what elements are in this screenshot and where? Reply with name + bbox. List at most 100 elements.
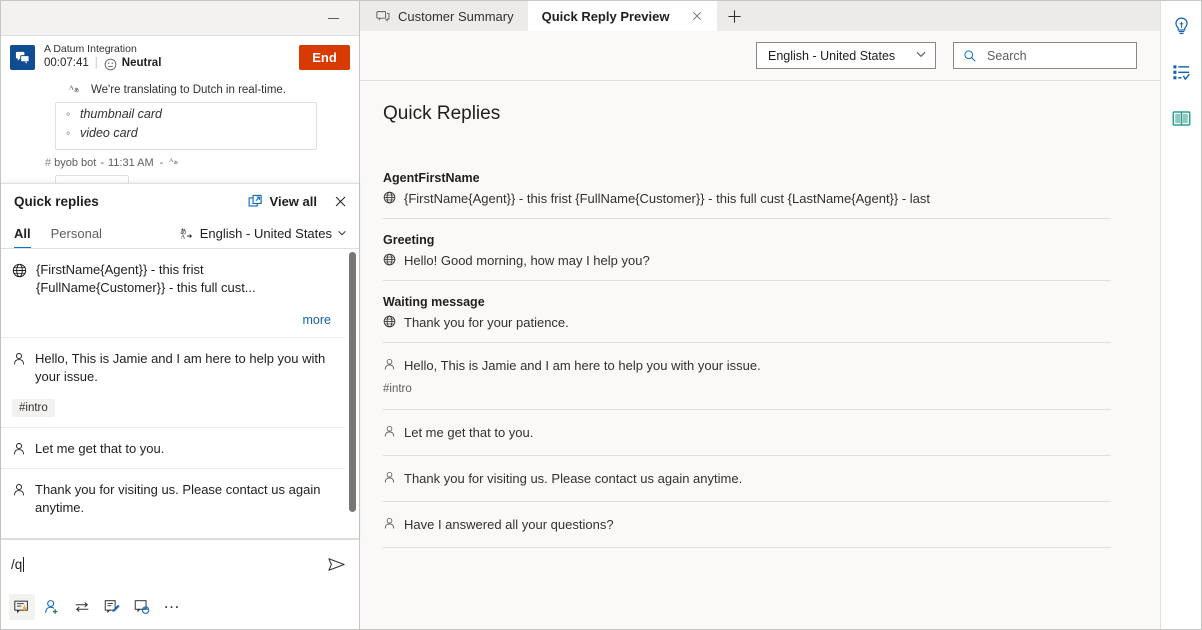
preview-item-label: AgentFirstName xyxy=(383,171,1111,185)
translation-banner-text: We're translating to Dutch in real-time. xyxy=(91,84,286,96)
page-title: Quick Replies xyxy=(383,103,1160,125)
quick-reply-preview-content: English - United States Qu xyxy=(360,31,1160,629)
meta-dash: - xyxy=(160,157,164,169)
tab-personal[interactable]: Personal xyxy=(51,218,102,248)
composer-input-row: /q xyxy=(1,540,359,588)
language-label: English - United States xyxy=(200,226,332,241)
person-icon xyxy=(12,483,26,497)
preview-item: Greeting Hello! Good morning, how ma xyxy=(383,219,1111,281)
divider: | xyxy=(95,57,98,70)
globe-icon xyxy=(383,191,396,204)
quick-replies-icon[interactable] xyxy=(9,594,35,620)
search-input[interactable] xyxy=(985,48,1128,64)
add-tab-button[interactable] xyxy=(717,1,751,31)
transfer-icon[interactable] xyxy=(69,594,95,620)
language-dropdown[interactable]: English - United States xyxy=(756,42,936,69)
preview-item: Hello, This is Jamie and I am here to he… xyxy=(383,343,1111,410)
meta-separator: - xyxy=(100,157,104,169)
more-icon[interactable]: … xyxy=(159,590,185,624)
tab-personal-label: Personal xyxy=(51,226,102,241)
composer-toolbar: … xyxy=(1,588,359,626)
more-link[interactable]: more xyxy=(12,313,331,327)
message-input-value: /q xyxy=(11,557,22,572)
translation-banner: A ぁ We're translating to Dutch in real-t… xyxy=(1,78,359,102)
person-icon xyxy=(383,517,396,530)
right-rail xyxy=(1160,1,1201,629)
message-input[interactable]: /q xyxy=(11,557,327,572)
right-panel: Customer Summary Quick Reply Preview E xyxy=(360,1,1160,629)
quick-replies-list[interactable]: {FirstName{Agent}} - this frist {FullNam… xyxy=(1,248,359,538)
list-item[interactable]: Thank you for visiting us. Please contac… xyxy=(1,469,345,527)
preview-item: Let me get that to you. xyxy=(383,410,1111,456)
tab-all[interactable]: All xyxy=(14,218,31,248)
quick-replies-header: Quick replies View all xyxy=(1,184,359,218)
list-item-tag: #intro xyxy=(12,399,55,417)
agent-scripts-icon[interactable] xyxy=(1165,57,1197,87)
person-icon xyxy=(383,425,396,438)
preview-item: Waiting message Thank you for your p xyxy=(383,281,1111,343)
search-box[interactable] xyxy=(953,42,1137,69)
preview-item-label: Waiting message xyxy=(383,295,1111,309)
sentiment-label: Neutral xyxy=(122,57,162,70)
linked-conversation-icon[interactable] xyxy=(129,594,155,620)
add-agent-icon[interactable] xyxy=(39,594,65,620)
message-meta: # byob bot - 11:31 AM - A ぁ xyxy=(45,155,359,170)
list-item[interactable]: Let me get that to you. xyxy=(1,428,345,469)
minimize-glyph xyxy=(328,18,339,19)
conversation-title: A Datum Integration xyxy=(44,43,299,55)
list-item-text: Let me get that to you. xyxy=(35,440,164,458)
quick-replies-tabs: All Personal あ A English - United States xyxy=(1,218,359,248)
conversation-meta: A Datum Integration 00:07:41 | Neutral xyxy=(44,43,299,70)
tab-quick-reply-preview-label: Quick Reply Preview xyxy=(542,9,670,24)
quick-replies-flyout: Quick replies View all xyxy=(1,183,359,539)
conversation-header: A Datum Integration 00:07:41 | Neutral xyxy=(1,36,359,78)
view-all-button[interactable]: View all xyxy=(248,194,317,209)
neutral-face-icon xyxy=(104,58,117,71)
preview-item-text: Hello! Good morning, how may I help you? xyxy=(404,252,650,269)
globe-icon xyxy=(383,315,396,328)
end-conversation-button[interactable]: End xyxy=(299,45,350,70)
card-line: thumbnail card xyxy=(56,105,316,124)
preview-item-tag: #intro xyxy=(383,383,1111,395)
close-icon[interactable] xyxy=(691,10,703,22)
translate-icon: A ぁ xyxy=(69,82,82,98)
text-caret xyxy=(23,557,24,572)
conversation-status: 00:07:41 | Neutral xyxy=(44,57,299,70)
language-selector[interactable]: あ A English - United States xyxy=(180,226,347,241)
language-icon: あ A xyxy=(180,226,194,240)
conversation-timer: 00:07:41 xyxy=(44,57,89,70)
tab-customer-summary-label: Customer Summary xyxy=(398,9,514,24)
preview-item: AgentFirstName {FirstName{Agent}} - xyxy=(383,168,1111,219)
message-time: 11:31 AM xyxy=(108,157,154,169)
quick-replies-scrollbar[interactable] xyxy=(349,252,356,512)
list-item-text: Thank you for visiting us. Please contac… xyxy=(35,481,331,517)
tab-strip: Customer Summary Quick Reply Preview xyxy=(360,1,1160,31)
send-button[interactable] xyxy=(327,555,346,574)
card-line: video card xyxy=(56,124,316,143)
globe-icon xyxy=(383,253,396,266)
close-icon[interactable] xyxy=(334,195,347,208)
minimize-button[interactable] xyxy=(319,6,347,30)
list-item[interactable]: Hello, This is Jamie and I am here to he… xyxy=(1,338,345,428)
tab-customer-summary[interactable]: Customer Summary xyxy=(362,1,528,31)
message-author: byob bot xyxy=(54,157,96,169)
svg-text:A: A xyxy=(180,233,185,240)
person-icon xyxy=(383,358,396,371)
svg-text:ぁ: ぁ xyxy=(73,88,79,94)
language-dropdown-value: English - United States xyxy=(768,49,915,63)
insights-icon[interactable] xyxy=(1165,11,1197,41)
hash-glyph: # xyxy=(45,157,51,169)
quick-replies-title: Quick replies xyxy=(14,194,248,209)
list-item[interactable]: {FirstName{Agent}} - this frist {FullNam… xyxy=(1,249,345,338)
preview-item-text: Thank you for visiting us. Please contac… xyxy=(404,470,742,487)
preview-item-text: Thank you for your patience. xyxy=(404,314,569,331)
list-item-text: {FirstName{Agent}} - this frist {FullNam… xyxy=(36,261,331,297)
tab-all-label: All xyxy=(14,226,31,241)
tab-quick-reply-preview[interactable]: Quick Reply Preview xyxy=(528,1,718,31)
preview-item: Thank you for visiting us. Please contac… xyxy=(383,456,1111,502)
preview-item-label: Greeting xyxy=(383,233,1111,247)
knowledge-icon[interactable] xyxy=(1165,103,1197,133)
preview-item-text: Let me get that to you. xyxy=(404,424,533,441)
message-composer: /q xyxy=(1,539,359,629)
notes-icon[interactable] xyxy=(99,594,125,620)
